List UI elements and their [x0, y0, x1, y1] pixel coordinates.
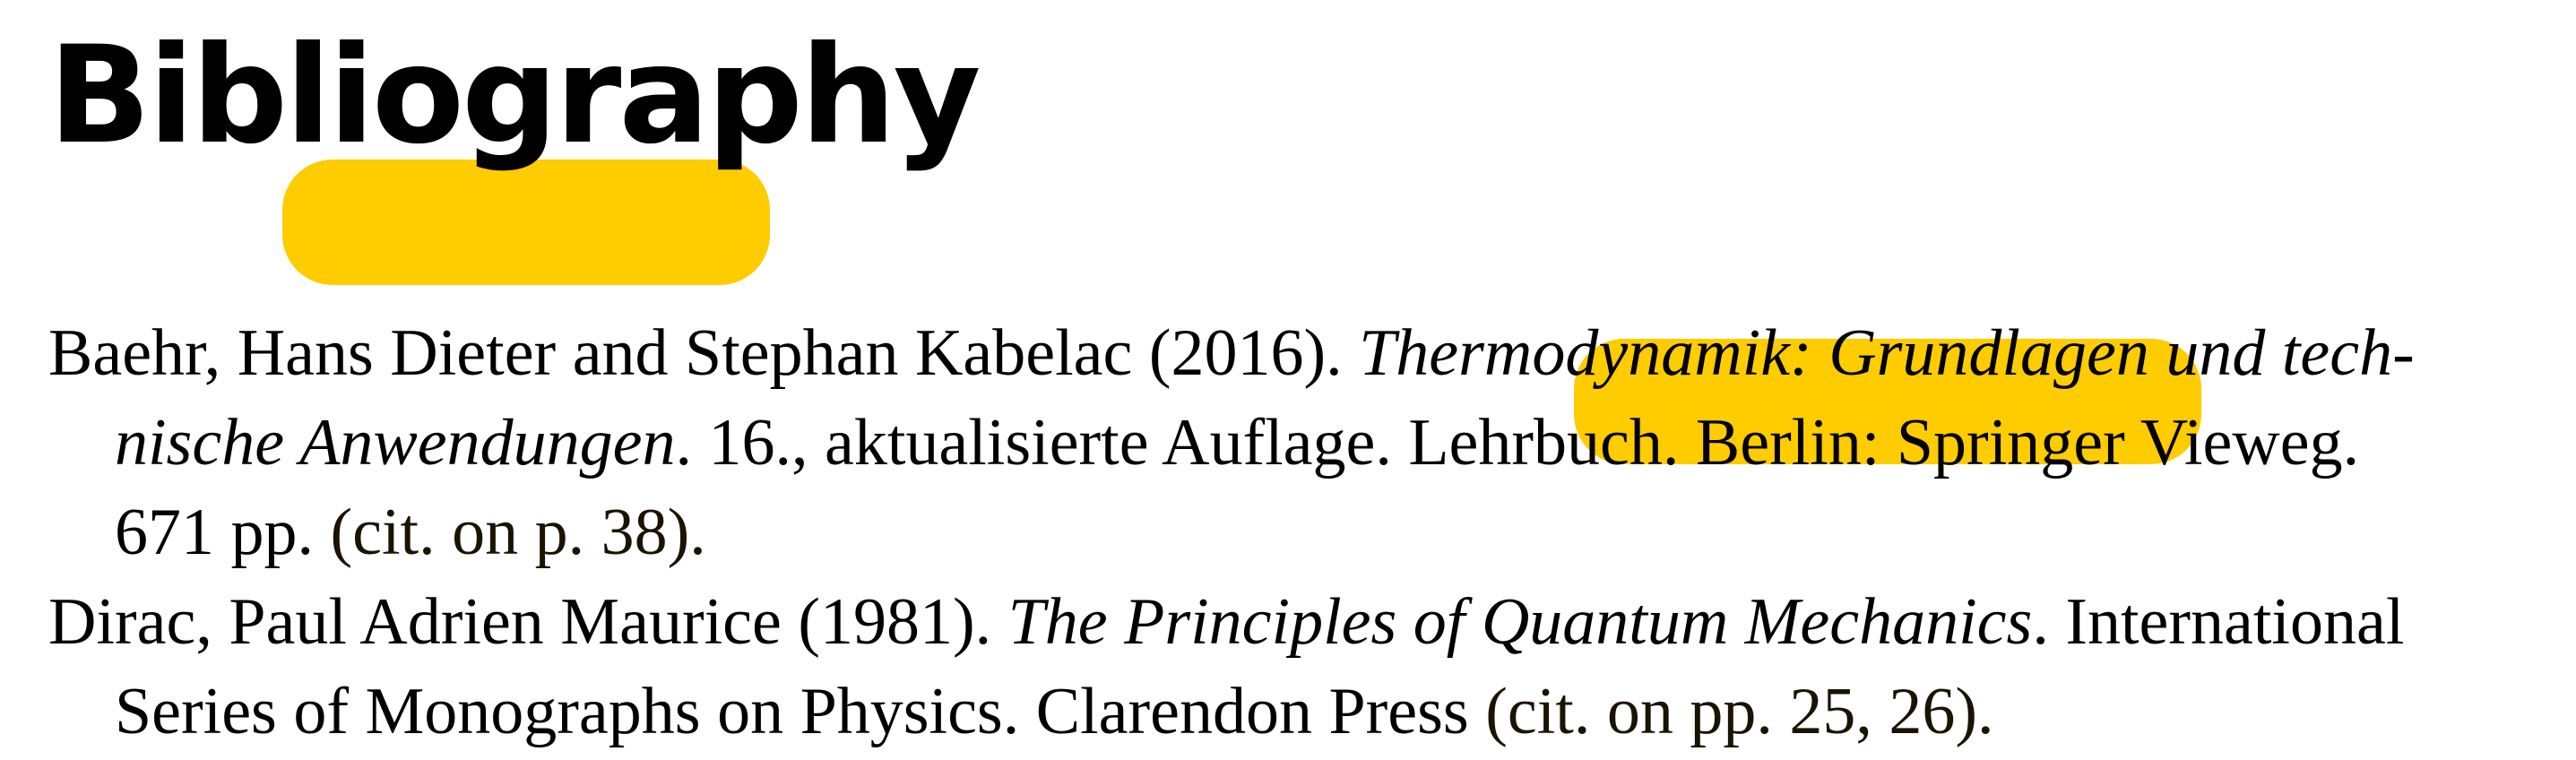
entry-publication-details: Series of Monographs on Physics. Clarend… [115, 675, 1486, 748]
entry-pages: 671 pp. [115, 496, 331, 569]
entry-line: Series of Monographs on Physics. Clarend… [115, 667, 1993, 756]
citation-backref-link[interactable]: (cit. on p. 38). [331, 496, 706, 569]
entry-series: . International [2032, 585, 2405, 659]
bibliography-entry: Dirac, Paul Adrien Maurice (1981). The P… [48, 577, 2558, 756]
entry-title: The Principles of Quantum Mechanics [1007, 585, 2033, 659]
page-title: Bibliography [48, 18, 981, 174]
bibliography-page: Bibliography Baehr, Hans Dieter and Step… [0, 0, 2576, 760]
entry-title-continued: nische Anwendungen [115, 406, 676, 479]
entry-line: nische Anwendungen. 16., aktualisierte A… [115, 398, 2359, 488]
bibliography-list: Baehr, Hans Dieter and Stephan Kabelac (… [48, 308, 2558, 756]
entry-publication-details: . 16., aktualisierte Auflage. Lehrbuch. … [675, 406, 2360, 479]
entry-line: Dirac, Paul Adrien Maurice (1981). The P… [48, 577, 2404, 667]
entry-line: Baehr, Hans Dieter and Stephan Kabelac (… [48, 308, 2415, 398]
citation-backref-link[interactable]: (cit. on pp. 25, 26). [1485, 675, 1993, 748]
bibliography-entry: Baehr, Hans Dieter and Stephan Kabelac (… [48, 308, 2558, 577]
entry-title: Thermodynamik: Grundlagen und tech- [1359, 316, 2415, 390]
entry-authors-year: Dirac, Paul Adrien Maurice (1981). [48, 585, 1008, 659]
entry-line: 671 pp. (cit. on p. 38). [115, 488, 706, 577]
entry-authors-year: Baehr, Hans Dieter and Stephan Kabelac (… [48, 316, 1360, 390]
